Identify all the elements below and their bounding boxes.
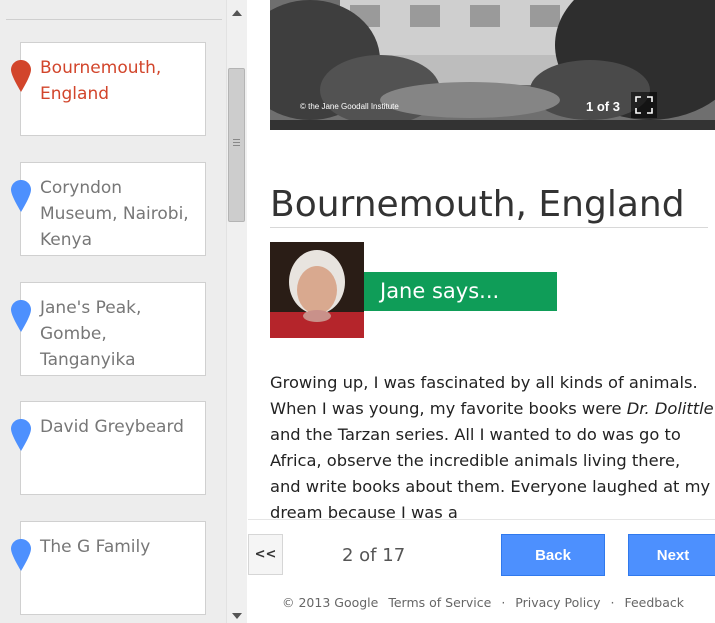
sidebar-item-g-family[interactable]: The G Family xyxy=(11,521,206,615)
map-pin-icon xyxy=(11,180,31,212)
scroll-up-arrow-icon[interactable] xyxy=(232,10,242,16)
jane-says-banner: Jane says... xyxy=(364,272,557,311)
jane-goodall-avatar xyxy=(270,242,364,338)
photo-counter: 1 of 3 xyxy=(586,99,620,114)
sidebar-scrollbar[interactable] xyxy=(226,0,247,623)
sidebar-item-label: Coryndon Museum, Nairobi, Kenya xyxy=(40,178,189,250)
story-body: Growing up, I was fascinated by all kind… xyxy=(270,370,715,518)
story-sidebar: Bournemouth, England Coryndon Museum, Na… xyxy=(0,0,226,623)
book-title: Dr. Dolittle xyxy=(626,399,714,418)
sidebar-item-label: David Greybeard xyxy=(40,417,184,437)
page-indicator: 2 of 17 xyxy=(342,545,406,566)
copyright-text: © 2013 Google xyxy=(282,595,379,610)
sidebar-divider xyxy=(6,19,222,20)
sidebar-item-label: Bournemouth, England xyxy=(40,58,162,104)
page-title: Bournemouth, England xyxy=(270,184,685,226)
map-pin-icon xyxy=(11,60,31,92)
sidebar-item-janes-peak[interactable]: Jane's Peak, Gombe, Tanganyika xyxy=(11,282,206,376)
footer-separator: · xyxy=(610,595,615,610)
sidebar-item-coryndon-museum[interactable]: Coryndon Museum, Nairobi, Kenya xyxy=(11,162,206,256)
terms-link[interactable]: Terms of Service xyxy=(388,595,491,610)
title-divider xyxy=(270,227,708,228)
location-photo[interactable]: © the Jane Goodall Institute 1 of 3 xyxy=(270,0,715,130)
sidebar-item-bournemouth[interactable]: Bournemouth, England xyxy=(11,42,206,136)
sidebar-item-david-greybeard[interactable]: David Greybeard xyxy=(11,401,206,495)
scroll-down-arrow-icon[interactable] xyxy=(232,613,242,619)
grip-line xyxy=(233,142,240,143)
scrollbar-thumb[interactable] xyxy=(228,68,245,222)
footer-divider xyxy=(248,519,715,520)
story-detail-panel: © the Jane Goodall Institute 1 of 3 Bour… xyxy=(248,0,715,623)
map-pin-icon xyxy=(11,419,31,451)
privacy-link[interactable]: Privacy Policy xyxy=(515,595,600,610)
photo-strip xyxy=(270,120,715,130)
sidebar-item-label: Jane's Peak, Gombe, Tanganyika xyxy=(40,298,142,370)
story-text-part: and the Tarzan series. All I wanted to d… xyxy=(270,425,711,518)
map-pin-icon xyxy=(11,539,31,571)
grip-line xyxy=(233,139,240,140)
feedback-link[interactable]: Feedback xyxy=(624,595,684,610)
grip-line xyxy=(233,145,240,146)
map-pin-icon xyxy=(11,300,31,332)
first-page-button[interactable]: << xyxy=(248,534,283,575)
back-button[interactable]: Back xyxy=(501,534,605,576)
sidebar-item-label: The G Family xyxy=(40,537,151,557)
photo-credit: © the Jane Goodall Institute xyxy=(300,102,399,111)
next-button[interactable]: Next xyxy=(628,534,715,576)
fullscreen-icon[interactable] xyxy=(631,92,657,118)
footer-links: © 2013 Google Terms of Service · Privacy… xyxy=(282,595,690,610)
footer-separator: · xyxy=(501,595,506,610)
